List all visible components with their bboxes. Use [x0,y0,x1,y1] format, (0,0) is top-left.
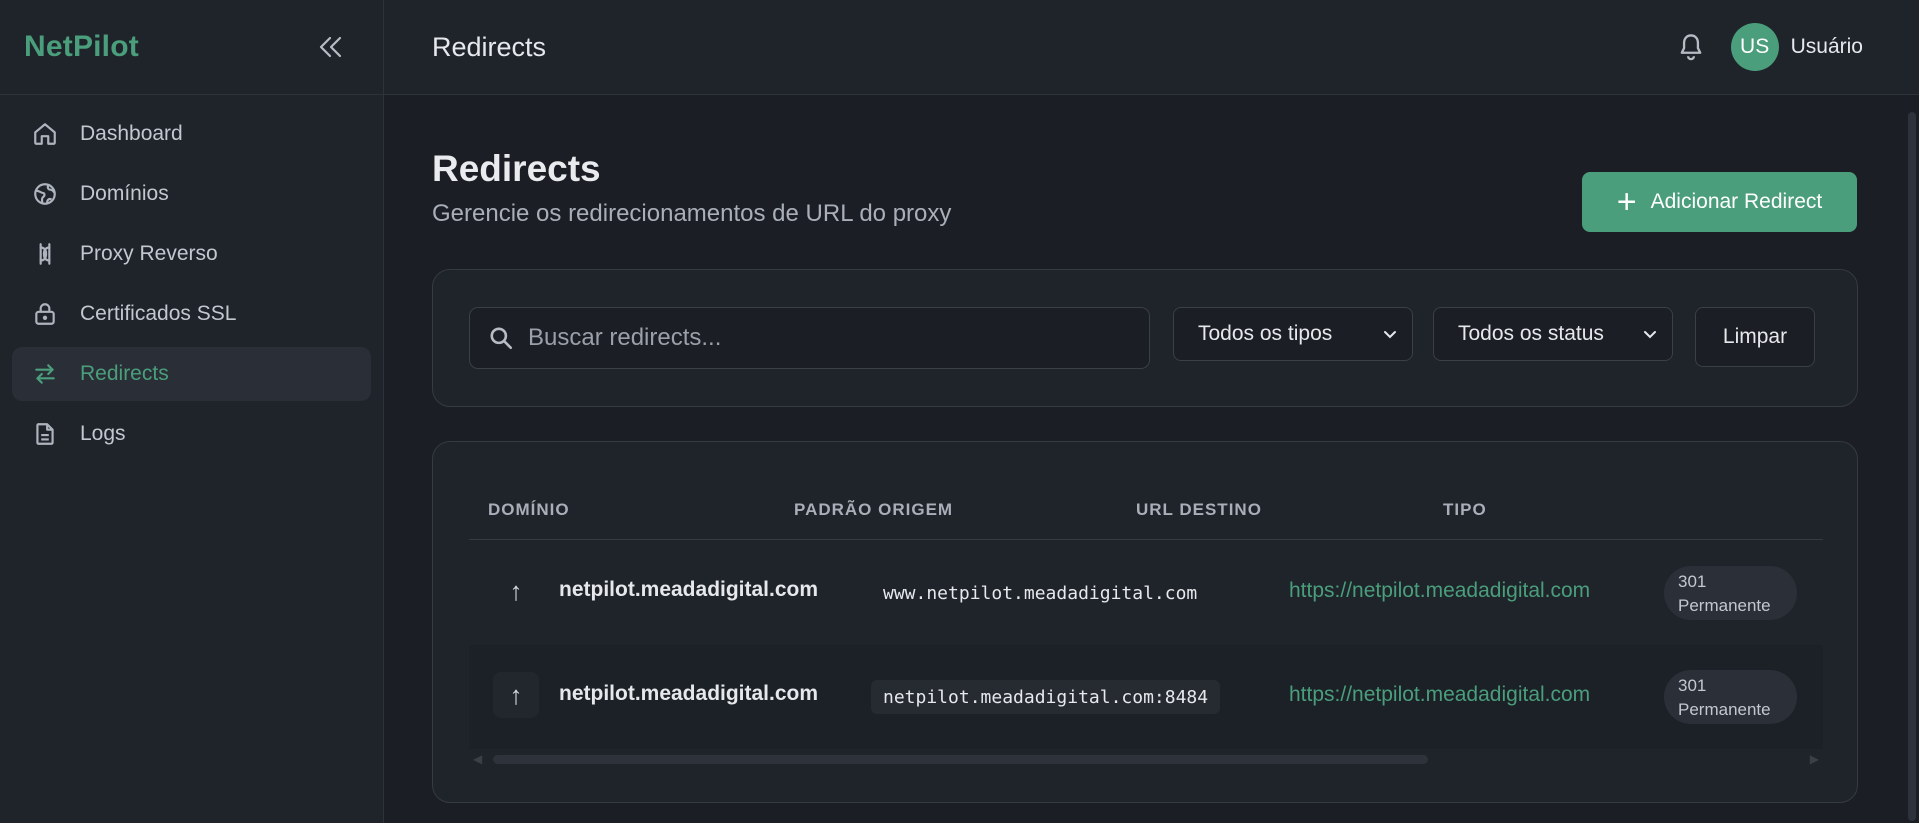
table-row[interactable]: ↑ netpilot.meadadigital.com netpilot.mea… [469,645,1823,749]
clear-filters-button[interactable]: Limpar [1695,307,1815,367]
main-content: Redirects Gerencie os redirecionamentos … [384,96,1919,823]
type-filter-value: Todos os tipos [1198,322,1333,345]
table-header: DOMÍNIO PADRÃO ORIGEM URL DESTINO TIPO [469,480,1823,540]
add-redirect-button[interactable]: + Adicionar Redirect [1582,172,1857,232]
scrollbar-thumb[interactable] [493,755,1428,764]
arrow-up-icon: ↑ [493,672,539,718]
column-header-type[interactable]: TIPO [1443,500,1487,520]
sidebar-item-certificados-ssl[interactable]: Certificados SSL [12,287,371,341]
search-icon [490,327,513,350]
globe-icon [30,179,60,209]
add-redirect-label: Adicionar Redirect [1650,190,1823,213]
arrows-swap-icon [30,359,60,389]
top-bar: Redirects US Usuário [384,0,1919,95]
type-label: Permanente [1678,700,1771,719]
proxy-icon [30,239,60,269]
sidebar-nav: Dashboard Domínios Proxy Reverso Certifi… [0,95,383,479]
chevrons-left-icon [319,36,342,58]
collapse-sidebar-button[interactable] [311,27,351,67]
notifications-button[interactable] [1671,27,1711,67]
row-destination-link[interactable]: https://netpilot.meadadigital.com [1289,579,1590,603]
search-input[interactable] [528,324,1128,352]
column-header-origin[interactable]: PADRÃO ORIGEM [794,500,953,520]
row-domain: netpilot.meadadigital.com [559,682,819,705]
avatar[interactable]: US [1730,23,1779,71]
vertical-scrollbar[interactable] [1905,96,1919,823]
sidebar: NetPilot Dashboard Domínios Proxy Revers… [0,0,384,823]
chevron-down-icon [1384,331,1396,339]
home-icon [30,119,60,149]
column-header-domain[interactable]: DOMÍNIO [488,500,570,520]
sidebar-item-logs[interactable]: Logs [12,407,371,461]
plus-icon: + [1616,183,1637,221]
type-badge: 301 Permanente [1664,670,1797,724]
arrow-up-icon: ↑ [509,575,523,606]
row-domain: netpilot.meadadigital.com [559,578,819,601]
sidebar-item-label: Proxy Reverso [80,242,218,265]
horizontal-scrollbar[interactable]: ◀ ▶ [469,752,1823,766]
type-label: Permanente [1678,596,1771,615]
page-subtitle: Gerencie os redirecionamentos de URL do … [432,200,952,227]
lock-icon [30,299,60,329]
sidebar-header: NetPilot [0,0,383,95]
scroll-left-icon[interactable]: ◀ [473,752,482,766]
table-row[interactable]: ↑ netpilot.meadadigital.com www.netpilot… [469,541,1823,645]
sidebar-item-label: Domínios [80,182,169,205]
row-origin-pattern: netpilot.meadadigital.com:8484 [871,680,1221,714]
header-actions: US Usuário [1671,23,1871,71]
type-badge: 301 Permanente [1664,566,1797,620]
bell-icon [1680,34,1702,61]
sidebar-item-dashboard[interactable]: Dashboard [12,107,371,161]
type-code: 301 [1678,572,1707,591]
scroll-right-icon[interactable]: ▶ [1810,752,1819,766]
sidebar-item-dominios[interactable]: Domínios [12,167,371,221]
sidebar-item-proxy-reverso[interactable]: Proxy Reverso [12,227,371,281]
sidebar-item-label: Dashboard [80,122,183,145]
status-filter-select[interactable]: Todos os status [1433,307,1673,361]
redirects-table: DOMÍNIO PADRÃO ORIGEM URL DESTINO TIPO ↑… [432,441,1858,803]
chevron-down-icon [1644,331,1656,339]
scrollbar-thumb[interactable] [1908,112,1916,821]
sidebar-item-label: Logs [80,422,126,445]
type-code: 301 [1678,676,1707,695]
filters-card: Todos os tipos Todos os status Limpar [432,269,1858,407]
header-title: Redirects [432,31,547,62]
search-box[interactable] [469,307,1150,369]
page-title: Redirects [432,148,601,189]
user-name[interactable]: Usuário [1791,35,1863,59]
sidebar-item-label: Redirects [80,362,169,385]
document-icon [30,419,60,449]
type-filter-select[interactable]: Todos os tipos [1173,307,1413,361]
brand-logo[interactable]: NetPilot [24,30,139,64]
column-header-destination[interactable]: URL DESTINO [1136,500,1262,520]
row-destination-link[interactable]: https://netpilot.meadadigital.com [1289,683,1590,707]
status-filter-value: Todos os status [1458,322,1604,345]
sidebar-item-redirects[interactable]: Redirects [12,347,371,401]
sidebar-item-label: Certificados SSL [80,302,237,325]
row-origin-pattern: www.netpilot.meadadigital.com [883,582,1198,604]
